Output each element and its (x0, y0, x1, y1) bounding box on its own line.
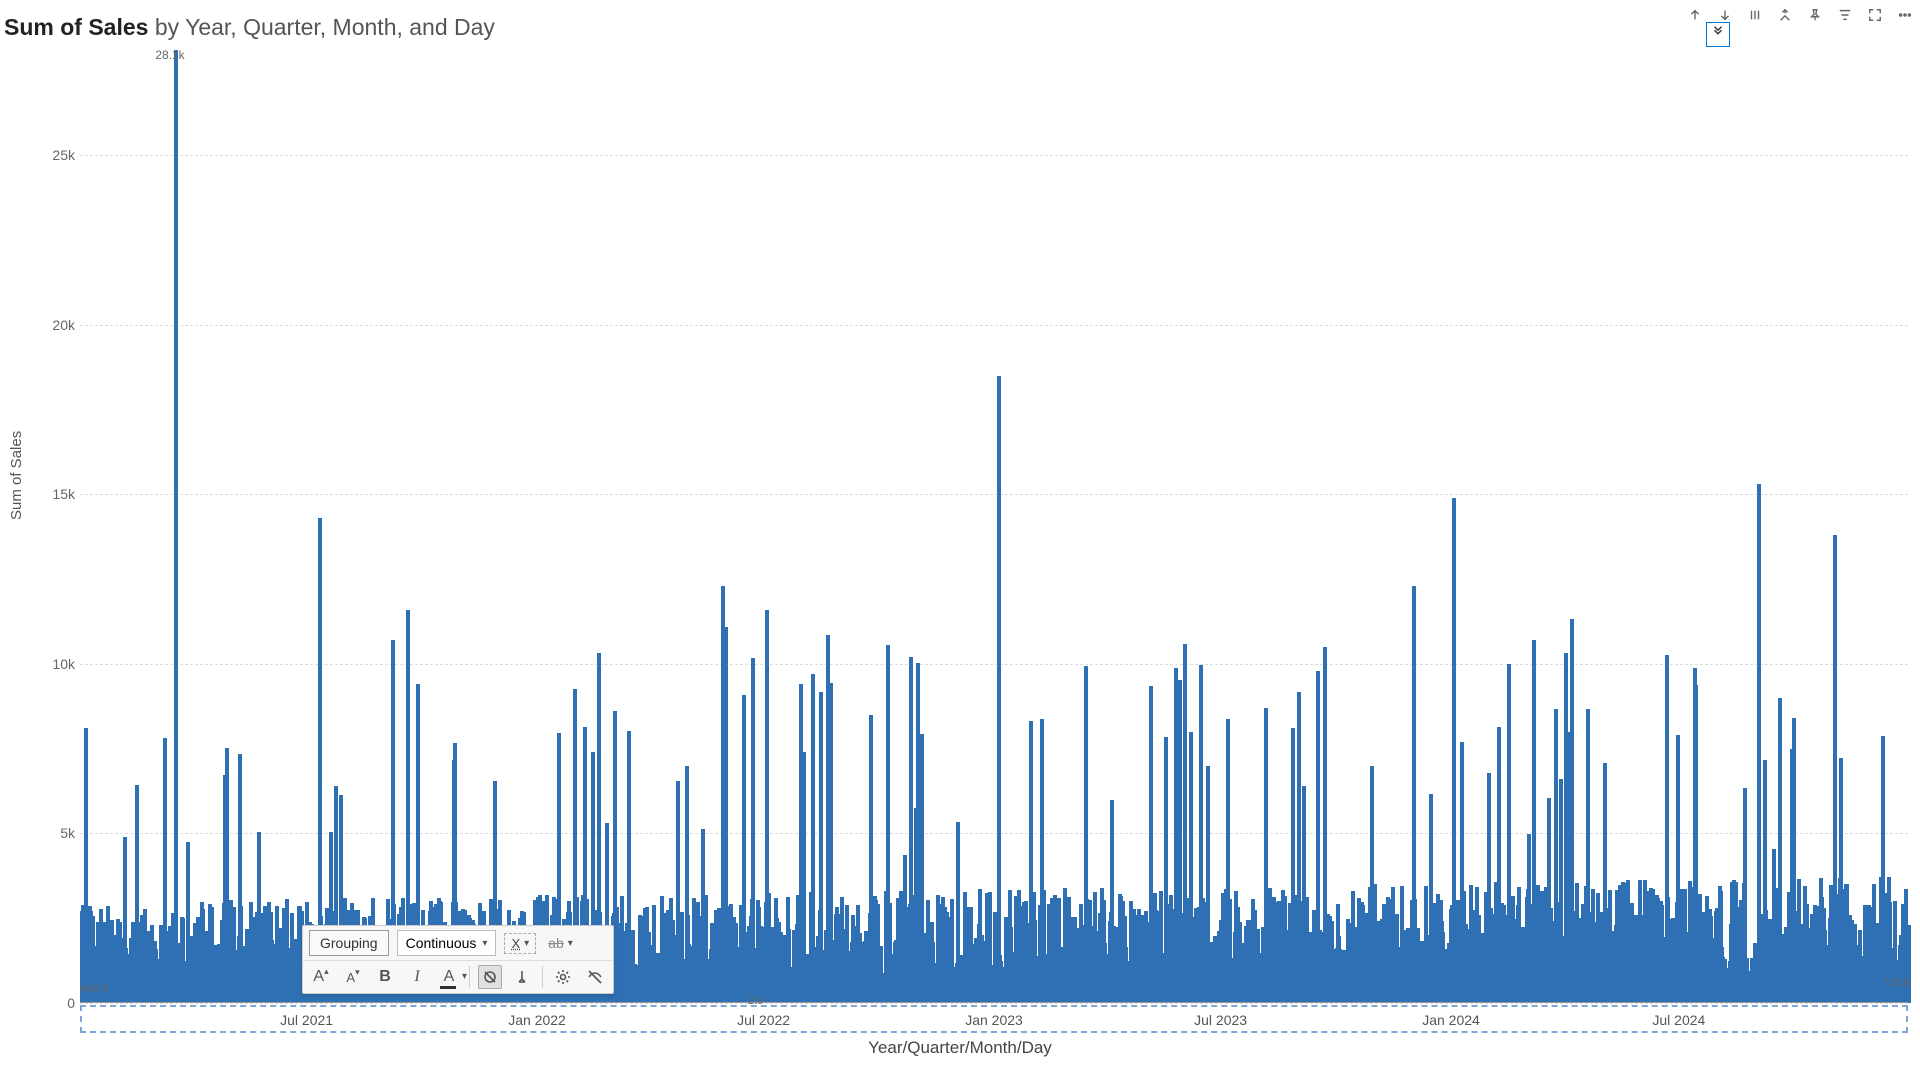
x-tick-label: Jul 2021 (280, 1012, 333, 1028)
font-color-icon[interactable]: A▾ (437, 965, 461, 989)
bar[interactable] (997, 376, 1001, 1003)
axis-field-label: X (511, 936, 520, 951)
y-tick-label: 20k (30, 317, 75, 333)
x-tick-label: Jul 2022 (737, 1012, 790, 1028)
settings-icon[interactable] (551, 965, 575, 989)
y-tick-label: 0 (30, 995, 75, 1011)
drill-up-icon[interactable] (1685, 5, 1705, 25)
axis-expand-icon[interactable] (510, 965, 534, 989)
y-tick-label: 15k (30, 486, 75, 502)
x-tick-label: Jan 2023 (965, 1012, 1023, 1028)
y-tick-label: 25k (30, 147, 75, 163)
x-tick-label: Jan 2024 (1422, 1012, 1480, 1028)
bar-series[interactable] (80, 50, 1908, 1003)
x-axis-baseline (80, 1002, 1908, 1003)
chevron-down-icon: ▾ (524, 938, 529, 949)
axis-type-value: Continuous (406, 935, 477, 951)
axis-small-tick-label: 2.9 (748, 995, 763, 1007)
x-tick-label: Jul 2023 (1194, 1012, 1247, 1028)
gridline (80, 1003, 1908, 1004)
x-tick-label: Jul 2024 (1652, 1012, 1705, 1028)
chevron-down-icon: ▾ (568, 938, 573, 949)
bold-icon[interactable]: B (373, 965, 397, 989)
chart-title-measure: Sum of Sales (4, 14, 148, 40)
plot-area[interactable]: 05k10k15k20k25k 28.1k 468.9 713.8 2.9 (80, 50, 1908, 1003)
toolbar-separator (542, 966, 543, 988)
hide-axis-icon[interactable] (478, 965, 502, 989)
axis-format-toolbar: Grouping Continuous ▾ X ▾ ab ▾ A▴ A▾ B I… (302, 925, 614, 994)
toolbar-separator (469, 966, 470, 988)
last-data-label: 713.8 (1882, 977, 1910, 989)
bar[interactable] (174, 50, 178, 1003)
axis-field-dropdown[interactable]: X ▾ (504, 933, 536, 954)
drill-mode-toggle[interactable] (1706, 22, 1730, 47)
focus-mode-icon[interactable] (1865, 5, 1885, 25)
axis-type-dropdown[interactable]: Continuous ▾ (397, 930, 497, 956)
font-increase-icon[interactable]: A▴ (309, 965, 333, 989)
italic-icon[interactable]: I (405, 965, 429, 989)
pin-icon[interactable] (1805, 5, 1825, 25)
chart-title-dims: by Year, Quarter, Month, and Day (148, 14, 495, 40)
axis-title-label: ab (548, 935, 564, 951)
peak-data-label: 28.1k (155, 48, 184, 62)
chevron-down-icon: ▾ (482, 938, 487, 949)
more-options-icon[interactable] (1895, 5, 1915, 25)
expand-hierarchy-icon[interactable] (1745, 5, 1765, 25)
hide-visual-icon[interactable] (583, 965, 607, 989)
font-decrease-icon[interactable]: A▾ (341, 965, 365, 989)
expand-all-icon[interactable] (1775, 5, 1795, 25)
axis-title-toggle[interactable]: ab ▾ (544, 933, 577, 953)
y-tick-label: 10k (30, 656, 75, 672)
x-axis-label: Year/Quarter/Month/Day (0, 1038, 1920, 1058)
filter-icon[interactable] (1835, 5, 1855, 25)
chart-title: Sum of Sales by Year, Quarter, Month, an… (4, 14, 495, 41)
y-tick-label: 5k (30, 825, 75, 841)
grouping-button[interactable]: Grouping (309, 930, 389, 956)
bar[interactable] (1907, 925, 1911, 1003)
x-tick-label: Jan 2022 (508, 1012, 566, 1028)
min-data-label: 468.9 (80, 983, 108, 995)
y-axis-label: Sum of Sales (8, 431, 25, 520)
chart-wrapper: Sum of Sales by Year, Quarter, Month, an… (0, 0, 1920, 1074)
